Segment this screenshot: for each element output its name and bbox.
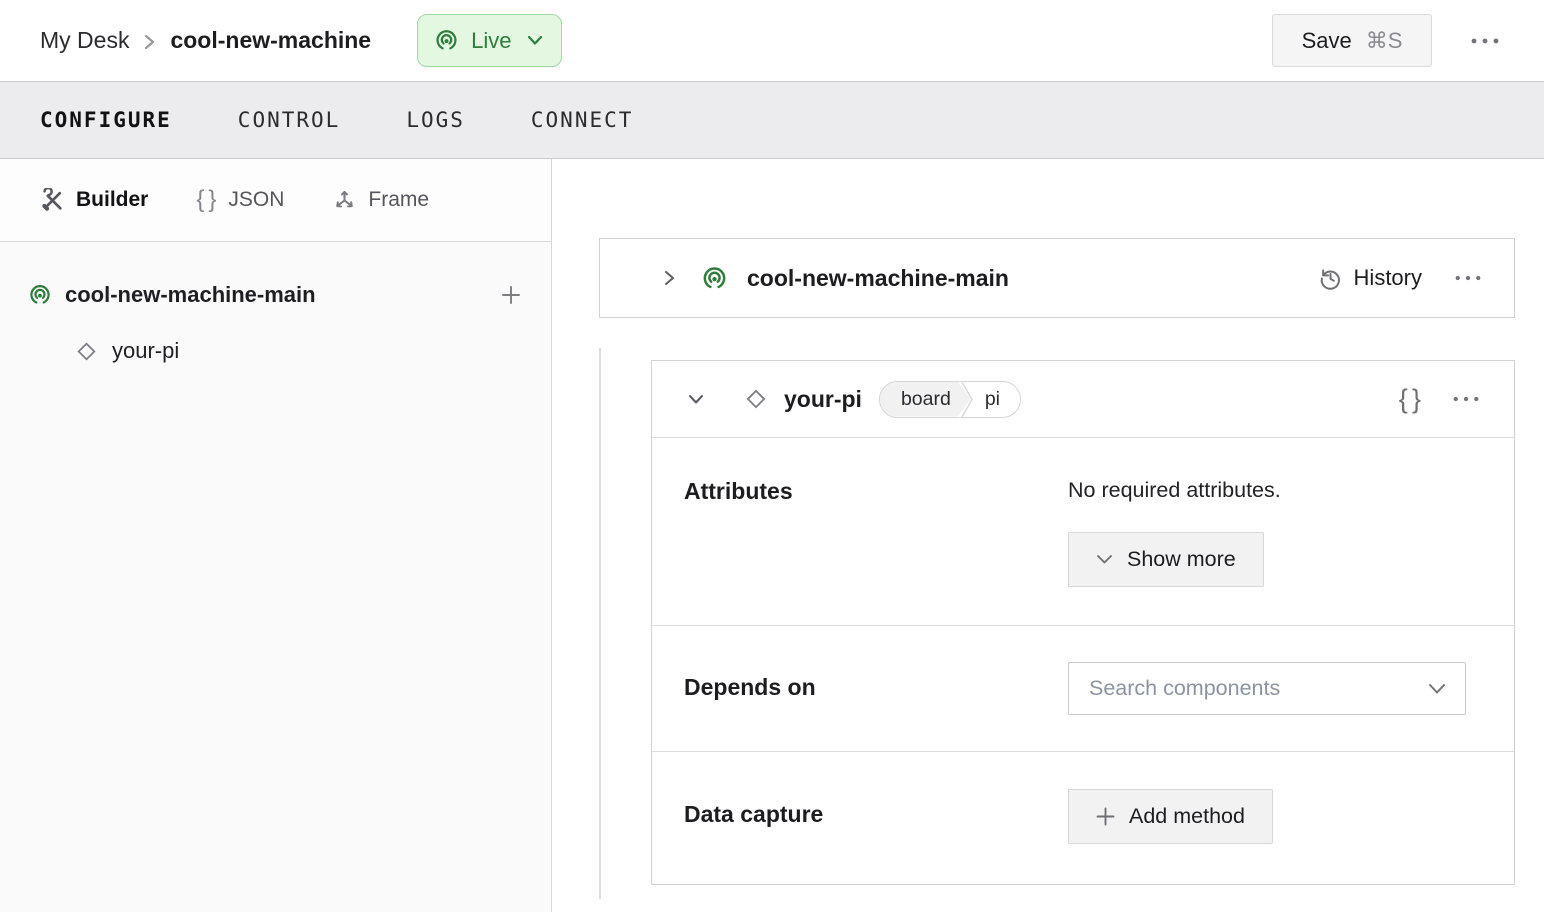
machine-part-card: cool-new-machine-main History	[599, 238, 1515, 318]
machine-part-title: cool-new-machine-main	[747, 264, 1009, 291]
plus-icon	[1096, 807, 1115, 826]
top-header: My Desk cool-new-machine Live Save ⌘S	[0, 0, 1544, 82]
component-title: your-pi	[784, 385, 862, 412]
broadcast-icon	[701, 265, 728, 292]
broadcast-icon	[28, 283, 52, 307]
save-button-label: Save	[1301, 27, 1352, 53]
add-component-button[interactable]	[497, 281, 525, 309]
live-status-badge[interactable]: Live	[417, 14, 563, 67]
breadcrumb: My Desk cool-new-machine	[40, 27, 371, 54]
show-more-button[interactable]: Show more	[1068, 532, 1264, 587]
view-builder-label: Builder	[76, 188, 149, 211]
breadcrumb-parent[interactable]: My Desk	[40, 27, 129, 54]
component-tree: cool-new-machine-main your-pi	[0, 242, 551, 374]
attributes-label: Attributes	[684, 478, 793, 504]
chevron-down-icon	[527, 35, 543, 46]
show-more-label: Show more	[1127, 547, 1236, 571]
attributes-empty-text: No required attributes.	[1068, 478, 1281, 502]
chevron-down-icon	[1096, 554, 1113, 565]
tree-item-machine-label: cool-new-machine-main	[65, 282, 316, 307]
configure-main-panel: cool-new-machine-main History your-pi bo…	[552, 159, 1544, 912]
ellipsis-icon	[1454, 274, 1482, 282]
data-capture-label: Data capture	[684, 801, 824, 827]
tree-item-machine[interactable]: cool-new-machine-main	[0, 272, 551, 318]
view-json-label: JSON	[228, 188, 285, 211]
diamond-icon	[743, 386, 769, 412]
ellipsis-icon	[1452, 395, 1480, 403]
breadcrumb-current: cool-new-machine	[170, 27, 372, 53]
depends-on-placeholder: Search components	[1089, 676, 1281, 700]
component-overflow-menu-button[interactable]	[1448, 391, 1484, 407]
save-button[interactable]: Save ⌘S	[1272, 14, 1432, 67]
chevron-down-icon	[1428, 683, 1446, 695]
add-method-label: Add method	[1129, 804, 1245, 828]
tree-indent-line	[599, 348, 601, 899]
depends-on-label: Depends on	[684, 674, 816, 700]
tab-logs[interactable]: LOGS	[406, 102, 465, 138]
view-json[interactable]: { } JSON	[196, 186, 284, 214]
add-method-button[interactable]: Add method	[1068, 789, 1273, 844]
header-actions: Save ⌘S	[1272, 14, 1504, 67]
history-button-label: History	[1353, 265, 1422, 290]
component-json-button[interactable]: { }	[1395, 380, 1426, 419]
diamond-icon	[74, 339, 99, 364]
view-frame[interactable]: Frame	[332, 188, 429, 213]
view-switcher: Builder { } JSON Frame	[0, 159, 551, 242]
header-overflow-menu-button[interactable]	[1466, 33, 1504, 49]
view-builder[interactable]: Builder	[40, 187, 149, 213]
machine-tabbar: CONFIGURE CONTROL LOGS CONNECT	[0, 82, 1544, 159]
chevron-right-icon	[143, 32, 156, 52]
tree-item-component-label: your-pi	[112, 338, 180, 363]
attributes-section: Attributes No required attributes. Show …	[652, 437, 1514, 625]
component-card: your-pi board pi { } Attributes No requi…	[651, 360, 1515, 885]
history-button[interactable]: History	[1318, 265, 1422, 291]
data-capture-section: Data capture Add method	[652, 751, 1514, 884]
configure-sidebar: Builder { } JSON Frame cool-new-machine-…	[0, 159, 552, 912]
part-overflow-menu-button[interactable]	[1450, 270, 1486, 286]
collapse-component-button[interactable]	[682, 388, 710, 410]
depends-on-section: Depends on Search components	[652, 625, 1514, 751]
component-type-badge: board pi	[878, 380, 1022, 418]
view-frame-label: Frame	[368, 188, 430, 211]
tab-control[interactable]: CONTROL	[238, 102, 341, 138]
tree-item-component[interactable]: your-pi	[0, 328, 551, 374]
braces-icon: { }	[1398, 383, 1422, 414]
ellipsis-icon	[1470, 37, 1500, 45]
component-type: board	[880, 382, 971, 417]
tools-icon	[40, 187, 65, 213]
tab-configure[interactable]: CONFIGURE	[40, 102, 172, 138]
axes-icon	[332, 188, 357, 213]
tab-connect[interactable]: CONNECT	[531, 102, 634, 138]
component-model: pi	[984, 387, 1001, 410]
live-status-label: Live	[471, 27, 512, 53]
braces-icon: { }	[196, 186, 218, 213]
expand-part-button[interactable]	[658, 263, 681, 293]
broadcast-icon	[434, 28, 459, 53]
history-clock-icon	[1318, 266, 1343, 291]
depends-on-select[interactable]: Search components	[1068, 662, 1466, 715]
component-card-header: your-pi board pi { }	[652, 361, 1514, 437]
part-children: your-pi board pi { } Attributes No requi…	[599, 348, 1515, 899]
save-shortcut: ⌘S	[1365, 27, 1403, 53]
